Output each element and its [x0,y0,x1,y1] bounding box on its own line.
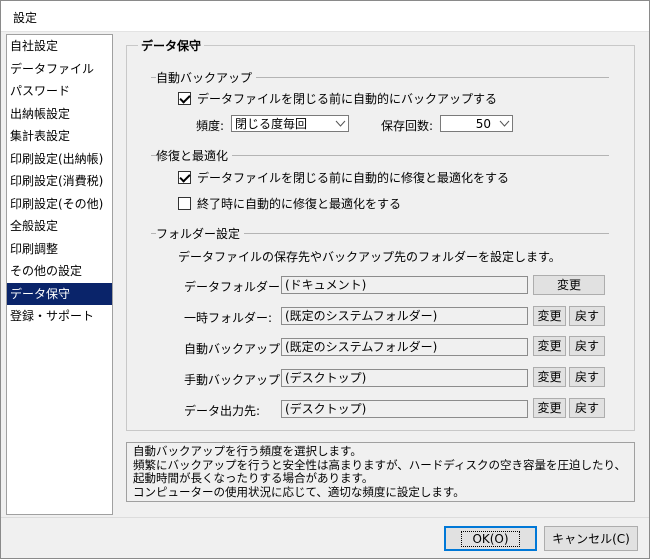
repair-on-exit-checkbox[interactable] [178,197,191,210]
window-title: 設定 [13,11,38,25]
backup-count-select[interactable]: 50 [440,115,513,132]
settings-dialog: 設定 自社設定 データファイル パスワード 出納帳設定 集計表設定 印刷設定(出… [0,0,650,559]
temp-folder-change-button[interactable]: 変更 [533,306,566,326]
data-output-folder-field: (デスクトップ) [281,400,528,418]
temp-folder-reset-button[interactable]: 戻す [569,306,605,326]
data-output-folder-reset-button[interactable]: 戻す [569,398,605,418]
auto-backup-checkbox-label: データファイルを閉じる前に自動的にバックアップする [197,92,498,106]
repair-on-close-checkbox[interactable] [178,171,191,184]
auto-backup-folder-change-button[interactable]: 変更 [533,336,566,356]
nav-item-data-file[interactable]: データファイル [7,58,112,81]
help-line: 頻繁にバックアップを行うと安全性は高まりますが、ハードディスクの空き容量を圧迫し… [133,457,626,472]
help-line: コンピューターの使用状況に応じて、適切な頻度に設定します。 [133,484,465,499]
manual-backup-folder-field: (デスクトップ) [281,369,528,387]
ok-button-label: OK(O) [461,530,520,547]
manual-backup-folder-reset-button[interactable]: 戻す [569,367,605,387]
manual-backup-folder-change-button[interactable]: 変更 [533,367,566,387]
ok-button[interactable]: OK(O) [444,526,537,551]
temp-folder-field: (既定のシステムフォルダー) [281,307,528,325]
repair-section-title: 修復と最適化 [156,147,233,164]
temp-folder-label: 一時フォルダー: [184,311,273,325]
nav-item-data-maintenance[interactable]: データ保守 [7,282,112,305]
repair-on-close-label: データファイルを閉じる前に自動的に修復と最適化をする [197,171,510,185]
repair-on-close-option[interactable]: データファイルを閉じる前に自動的に修復と最適化をする [178,169,509,186]
nav-item-print-tax[interactable]: 印刷設定(消費税) [7,170,112,193]
folders-section-title: フォルダー設定 [156,225,245,242]
auto-backup-section-title: 自動バックアップ [156,69,257,86]
nav-item-general[interactable]: 全般設定 [7,215,112,238]
frequency-label: 頻度: [196,119,225,133]
cancel-button-label: キャンセル(C) [552,532,630,546]
auto-backup-folder-field: (既定のシステムフォルダー) [281,338,528,356]
chevron-down-icon[interactable] [496,116,512,131]
backup-count-select-value: 50 [475,116,491,131]
footer-divider [1,517,649,518]
auto-backup-checkbox[interactable] [178,92,191,105]
auto-backup-option[interactable]: データファイルを閉じる前に自動的にバックアップする [178,90,497,107]
help-line: 起動時間が長くなったりする場合があります。 [133,471,374,485]
auto-backup-folder-reset-button[interactable]: 戻す [569,336,605,356]
nav-item-registration-support[interactable]: 登録・サポート [7,305,112,328]
nav-item-print-cashbook[interactable]: 印刷設定(出納帳) [7,148,112,171]
cancel-button[interactable]: キャンセル(C) [544,526,638,551]
manual-backup-folder-label: 手動バックアップ: [184,373,285,387]
auto-backup-folder-label: 自動バックアップ: [184,342,285,356]
data-output-folder-change-button[interactable]: 変更 [533,398,566,418]
nav-item-company[interactable]: 自社設定 [7,35,112,58]
frequency-select-value: 閉じる度毎回 [235,117,308,131]
chevron-down-icon[interactable] [332,116,348,131]
backup-count-label: 保存回数: [381,119,434,133]
data-folder-field: (ドキュメント) [281,276,528,294]
nav-item-summary[interactable]: 集計表設定 [7,125,112,148]
title-bar[interactable]: 設定 [1,1,649,32]
help-line: 自動バックアップを行う頻度を選択します。 [133,444,362,458]
nav-item-password[interactable]: パスワード [7,80,112,103]
data-folder-label: データフォルダー: [184,280,285,294]
repair-on-exit-label: 終了時に自動的に修復と最適化をする [197,197,402,211]
folders-description: データファイルの保存先やバックアップ先のフォルダーを設定します。 [178,250,561,264]
nav-item-other-settings[interactable]: その他の設定 [7,260,112,283]
panel-title: データ保守 [138,37,205,54]
nav-item-print-adjust[interactable]: 印刷調整 [7,238,112,261]
data-output-folder-label: データ出力先: [184,404,261,418]
nav-item-print-other[interactable]: 印刷設定(その他) [7,193,112,216]
repair-on-exit-option[interactable]: 終了時に自動的に修復と最適化をする [178,195,401,212]
help-text-box: 自動バックアップを行う頻度を選択します。 頻繁にバックアップを行うと安全性は高ま… [126,442,635,502]
nav-item-cashbook[interactable]: 出納帳設定 [7,103,112,126]
frequency-select[interactable]: 閉じる度毎回 [231,115,349,132]
data-folder-change-button[interactable]: 変更 [533,275,605,295]
settings-nav-list[interactable]: 自社設定 データファイル パスワード 出納帳設定 集計表設定 印刷設定(出納帳)… [6,34,113,515]
